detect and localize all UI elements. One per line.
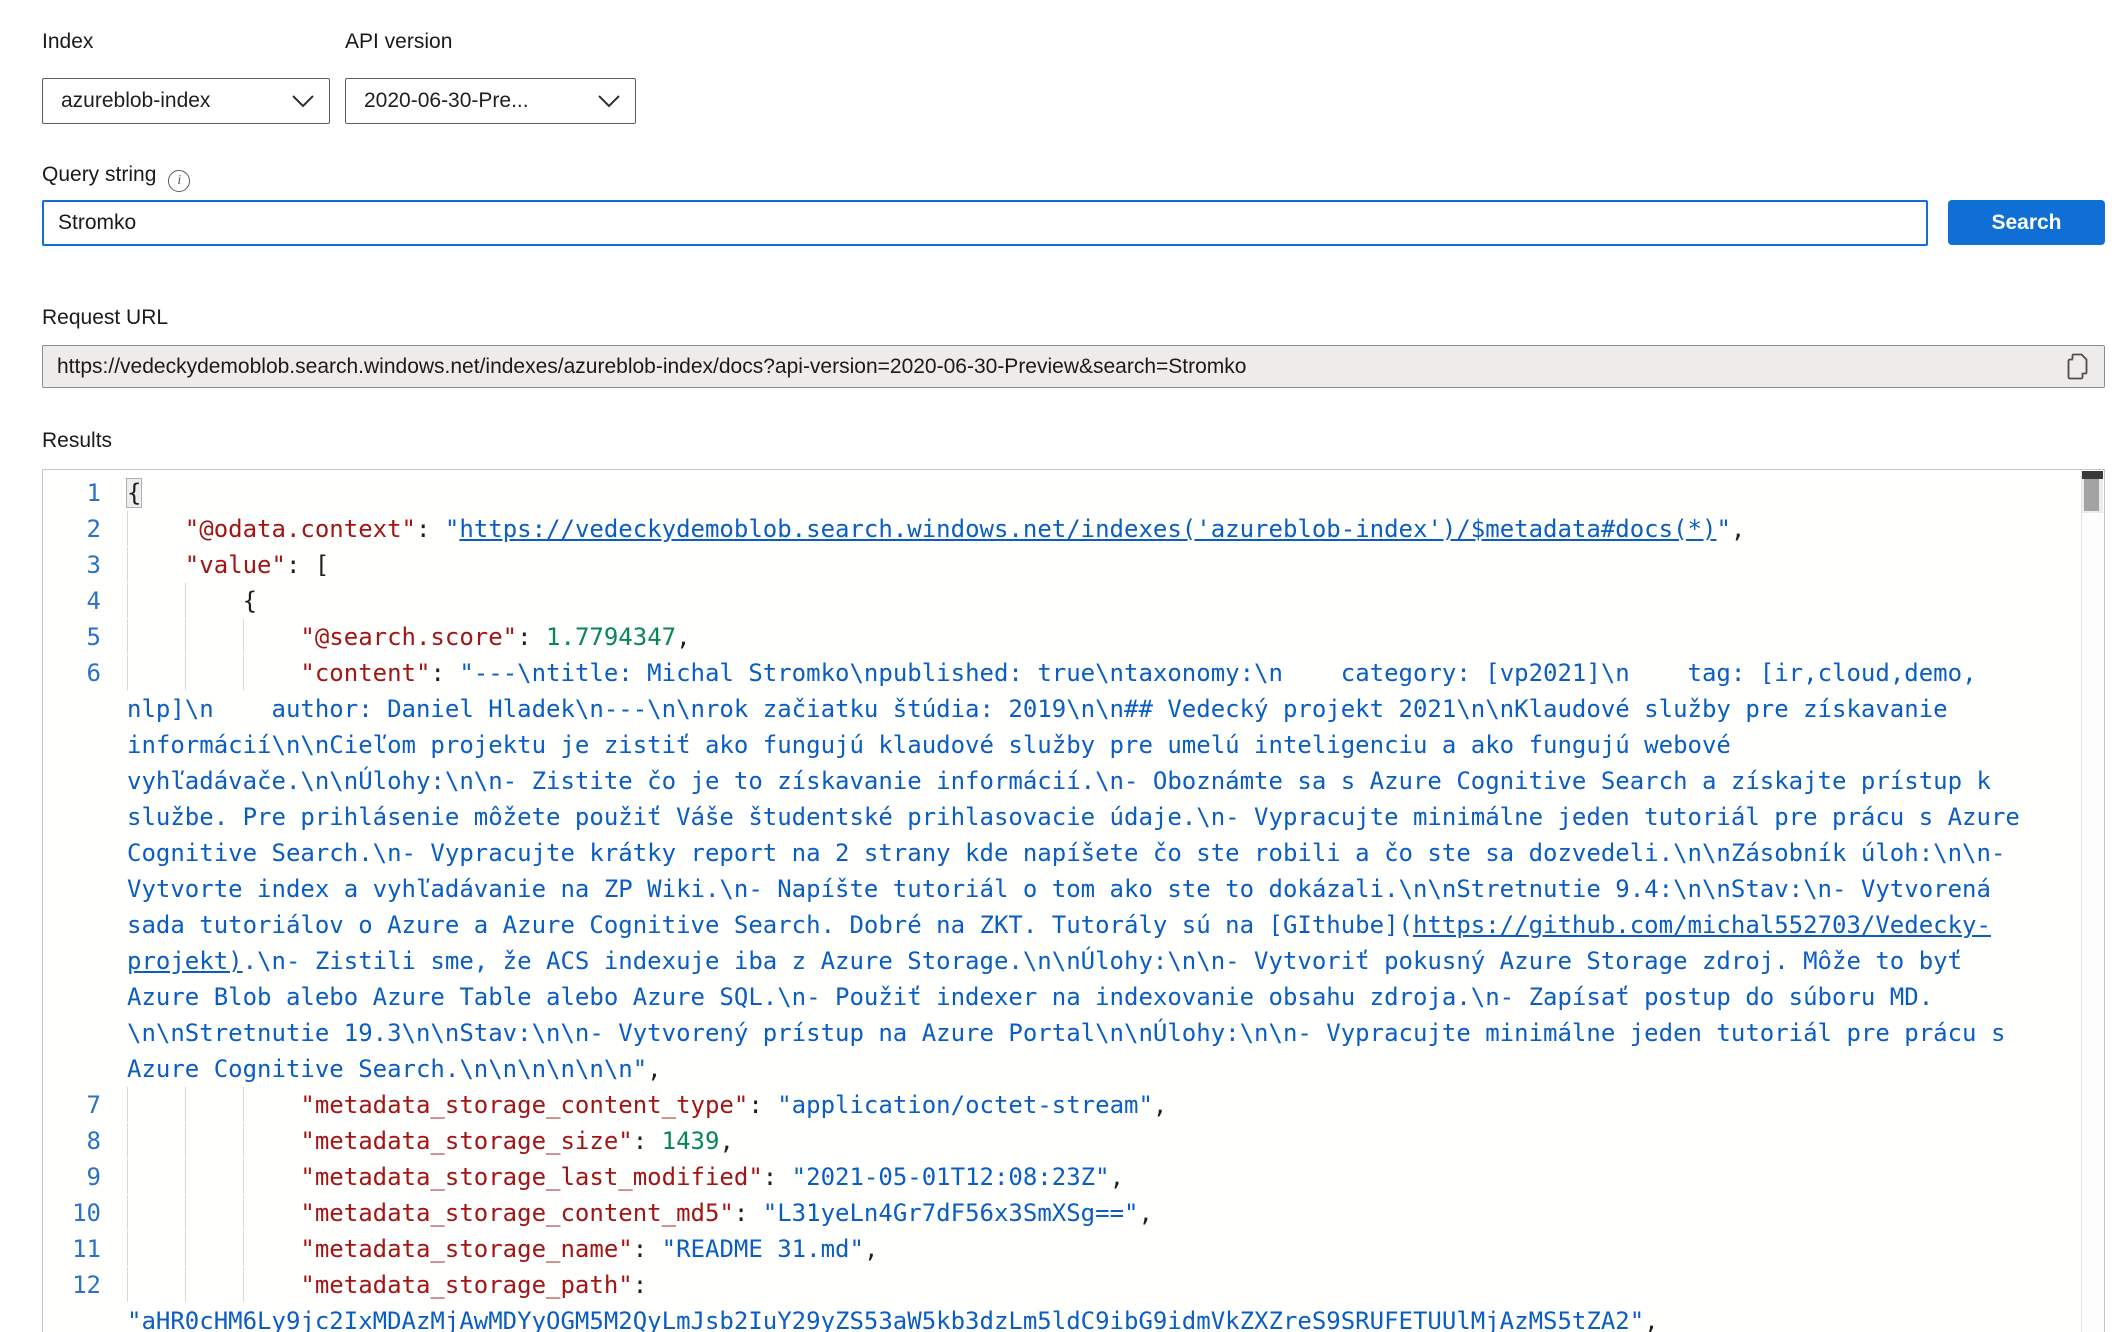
indent-guide [127, 511, 185, 546]
results-panel: 1{2"@odata.context": "https://vedeckydem… [42, 469, 2105, 1332]
line-number: 4 [43, 583, 123, 619]
query-input[interactable] [42, 200, 1928, 246]
info-icon[interactable]: i [168, 170, 190, 192]
indent-guide [243, 1195, 301, 1230]
indent-guide [127, 1087, 185, 1122]
code-line-content: "@odata.context": "https://vedeckydemobl… [123, 511, 2080, 547]
line-number: 3 [43, 547, 123, 583]
indent-guide [243, 1123, 301, 1158]
search-button[interactable]: Search [1948, 200, 2105, 245]
code-line-content: "metadata_storage_content_md5": "L31yeLn… [123, 1195, 2080, 1231]
indent-guide [185, 1123, 243, 1158]
indent-guide [127, 583, 185, 618]
query-string-label: Query stringi [42, 163, 190, 192]
indent-guide [185, 1087, 243, 1122]
search-explorer-page: Index API version azureblob-index 2020-0… [0, 0, 2124, 1332]
indent-guide [185, 619, 243, 654]
indent-guide [127, 619, 185, 654]
code-line-content: "metadata_storage_name": "README 31.md", [123, 1231, 2080, 1267]
indent-guide [127, 547, 185, 582]
indent-guide [127, 1195, 185, 1230]
indent-guide [127, 655, 185, 690]
indent-guide [127, 1123, 185, 1158]
indent-guide [127, 1231, 185, 1266]
indent-guide [243, 619, 301, 654]
link-text[interactable]: https://vedeckydemoblob.search.windows.n… [459, 515, 1716, 543]
code-line: 7"metadata_storage_content_type": "appli… [43, 1087, 2080, 1123]
code-line-content: "metadata_storage_content_type": "applic… [123, 1087, 2080, 1123]
code-line: 9"metadata_storage_last_modified": "2021… [43, 1159, 2080, 1195]
index-dropdown-value: azureblob-index [61, 89, 281, 113]
code-line: 12"metadata_storage_path": "aHR0cHM6Ly9j… [43, 1267, 2080, 1332]
api-version-dropdown[interactable]: 2020-06-30-Pre... [345, 78, 636, 124]
code-line: 4{ [43, 583, 2080, 619]
request-url-label: Request URL [42, 306, 168, 330]
indent-guide [185, 655, 243, 690]
code-line-content: "metadata_storage_path": "aHR0cHM6Ly9jc2… [123, 1267, 2080, 1332]
code-lines: 1{2"@odata.context": "https://vedeckydem… [43, 475, 2080, 1332]
code-line-content: { [123, 583, 2080, 619]
request-url-field: https://vedeckydemoblob.search.windows.n… [42, 345, 2105, 388]
code-line: 3"value": [ [43, 547, 2080, 583]
code-line: 6"content": "---\ntitle: Michal Stromko\… [43, 655, 2080, 1087]
scrollbar-thumb[interactable] [2084, 479, 2099, 511]
code-line-content: "metadata_storage_size": 1439, [123, 1123, 2080, 1159]
line-number: 12 [43, 1267, 123, 1332]
scrollbar-marker [2082, 471, 2103, 479]
results-scrollbar[interactable] [2081, 471, 2103, 1332]
results-label: Results [42, 429, 112, 453]
indent-guide [185, 1159, 243, 1194]
indent-guide [185, 1231, 243, 1266]
code-line: 8"metadata_storage_size": 1439, [43, 1123, 2080, 1159]
indent-guide [185, 583, 243, 618]
code-line: 11"metadata_storage_name": "README 31.md… [43, 1231, 2080, 1267]
copy-icon[interactable] [2065, 352, 2090, 382]
line-number: 1 [43, 475, 123, 511]
index-label: Index [42, 30, 93, 54]
line-number: 8 [43, 1123, 123, 1159]
line-number: 5 [43, 619, 123, 655]
line-number: 9 [43, 1159, 123, 1195]
indent-guide [127, 1159, 185, 1194]
code-line-content: "metadata_storage_last_modified": "2021-… [123, 1159, 2080, 1195]
indent-guide [243, 1231, 301, 1266]
chevron-down-icon [291, 94, 315, 108]
code-line-content: "@search.score": 1.7794347, [123, 619, 2080, 655]
line-number: 6 [43, 655, 123, 1087]
line-number: 11 [43, 1231, 123, 1267]
code-line-content: "value": [ [123, 547, 2080, 583]
index-dropdown[interactable]: azureblob-index [42, 78, 330, 124]
line-number: 2 [43, 511, 123, 547]
code-line: 2"@odata.context": "https://vedeckydemob… [43, 511, 2080, 547]
code-line: 5"@search.score": 1.7794347, [43, 619, 2080, 655]
code-line-content: "content": "---\ntitle: Michal Stromko\n… [123, 655, 2080, 1087]
indent-guide [185, 1195, 243, 1230]
indent-guide [243, 1159, 301, 1194]
indent-guide [243, 1267, 301, 1302]
indent-guide [127, 1267, 185, 1302]
code-line-content: { [123, 475, 2080, 511]
api-version-dropdown-value: 2020-06-30-Pre... [364, 89, 587, 113]
indent-guide [243, 655, 301, 690]
api-version-label: API version [345, 30, 452, 54]
code-line: 1{ [43, 475, 2080, 511]
chevron-down-icon [597, 94, 621, 108]
request-url-value: https://vedeckydemoblob.search.windows.n… [57, 355, 2053, 379]
indent-guide [243, 1087, 301, 1122]
indent-guide [185, 1267, 243, 1302]
code-line: 10"metadata_storage_content_md5": "L31ye… [43, 1195, 2080, 1231]
line-number: 10 [43, 1195, 123, 1231]
line-number: 7 [43, 1087, 123, 1123]
